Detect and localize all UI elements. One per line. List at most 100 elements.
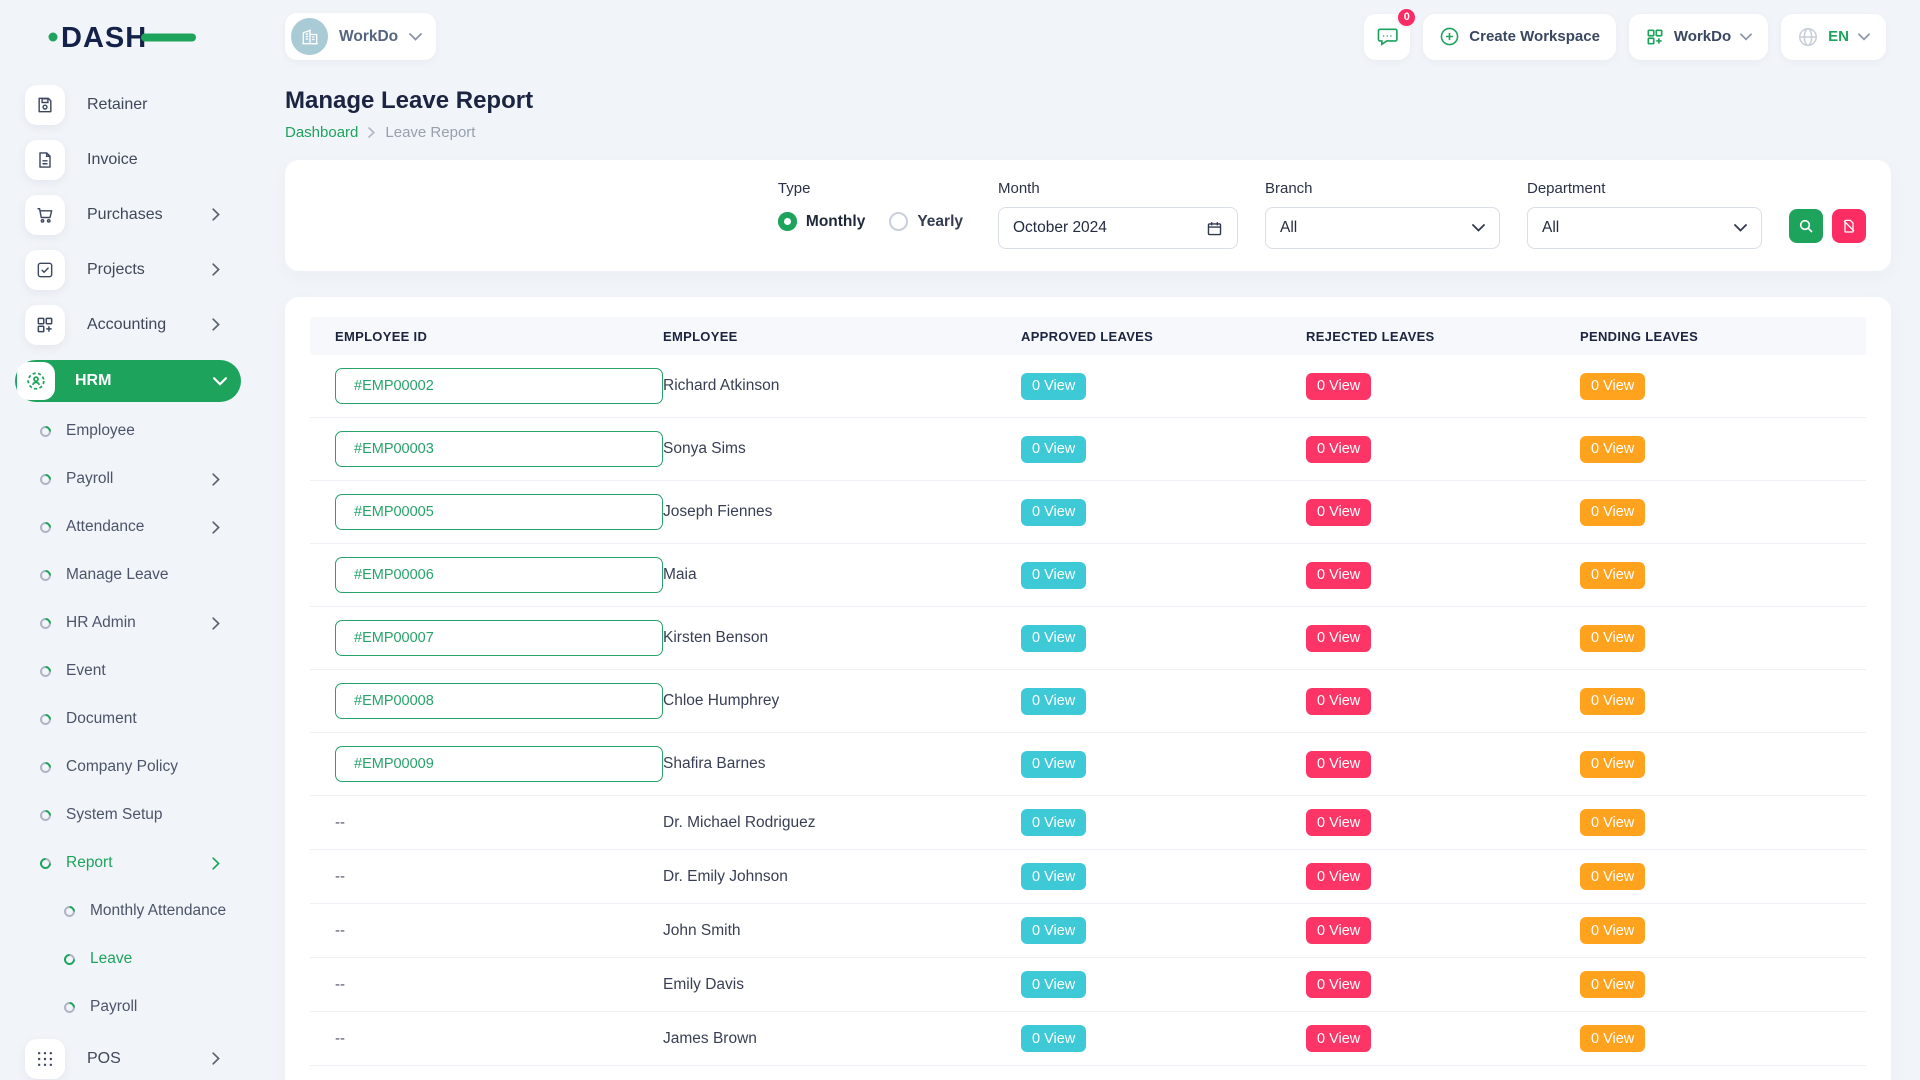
rejected-leaves-view-badge[interactable]: 0 View — [1306, 499, 1371, 526]
month-input[interactable]: October 2024 — [998, 207, 1238, 249]
approved-leaves-view-badge[interactable]: 0 View — [1021, 373, 1086, 400]
rejected-leaves-view-badge[interactable]: 0 View — [1306, 971, 1371, 998]
sidebar-item-system-setup[interactable]: System Setup — [0, 791, 245, 839]
workspace-name: WorkDo — [339, 28, 398, 46]
building-icon — [300, 27, 320, 47]
radio-yearly[interactable]: Yearly — [889, 212, 963, 231]
sidebar-item-payroll[interactable]: Payroll — [0, 455, 245, 503]
rejected-leaves-view-badge[interactable]: 0 View — [1306, 373, 1371, 400]
radio-selected-icon — [778, 212, 797, 231]
pending-leaves-view-badge[interactable]: 0 View — [1580, 562, 1645, 589]
department-select[interactable]: All — [1527, 207, 1762, 249]
employee-id-button[interactable]: #EMP00005 — [335, 494, 663, 530]
pending-leaves-view-badge[interactable]: 0 View — [1580, 436, 1645, 463]
workdo-menu-button[interactable]: WorkDo — [1629, 14, 1768, 60]
rejected-leaves-view-badge[interactable]: 0 View — [1306, 436, 1371, 463]
sidebar-sub-item-label: Report — [66, 854, 113, 872]
pending-leaves-view-badge[interactable]: 0 View — [1580, 625, 1645, 652]
sidebar-item-attendance[interactable]: Attendance — [0, 503, 245, 551]
branch-label: Branch — [1265, 180, 1500, 197]
pending-leaves-view-badge[interactable]: 0 View — [1580, 499, 1645, 526]
employee-name: Emily Davis — [663, 976, 1021, 994]
create-workspace-button[interactable]: Create Workspace — [1423, 14, 1616, 60]
employee-name: Dr. Emily Johnson — [663, 868, 1021, 886]
sidebar-item-monthly-attendance[interactable]: Monthly Attendance — [0, 887, 245, 935]
sidebar-module-pos[interactable]: POS — [0, 1031, 245, 1080]
sidebar-module-invoice[interactable]: Invoice — [0, 132, 245, 187]
breadcrumb-dashboard-link[interactable]: Dashboard — [285, 124, 358, 141]
sidebar-item-manage-leave[interactable]: Manage Leave — [0, 551, 245, 599]
sidebar-item-company-policy[interactable]: Company Policy — [0, 743, 245, 791]
sidebar-sub-item-label: Attendance — [66, 518, 144, 536]
sidebar-module-hrm-active[interactable]: HRM — [15, 360, 241, 402]
sidebar-item-report[interactable]: Report — [0, 839, 245, 887]
pending-leaves-view-badge[interactable]: 0 View — [1580, 971, 1645, 998]
approved-leaves-view-badge[interactable]: 0 View — [1021, 1025, 1086, 1052]
bullet-icon — [38, 807, 54, 823]
approved-leaves-view-badge[interactable]: 0 View — [1021, 436, 1086, 463]
approved-leaves-view-badge[interactable]: 0 View — [1021, 688, 1086, 715]
pending-leaves-view-badge[interactable]: 0 View — [1580, 1025, 1645, 1052]
pending-leaves-view-badge[interactable]: 0 View — [1580, 863, 1645, 890]
approved-leaves-view-badge[interactable]: 0 View — [1021, 499, 1086, 526]
month-filter: Month October 2024 — [998, 180, 1238, 249]
employee-id-button[interactable]: #EMP00006 — [335, 557, 663, 593]
sidebar-item-event[interactable]: Event — [0, 647, 245, 695]
approved-leaves-view-badge[interactable]: 0 View — [1021, 917, 1086, 944]
rejected-leaves-view-badge[interactable]: 0 View — [1306, 688, 1371, 715]
employee-id-button[interactable]: #EMP00007 — [335, 620, 663, 656]
table-header-row: EMPLOYEE ID EMPLOYEE APPROVED LEAVES REJ… — [310, 317, 1866, 355]
language-selector[interactable]: EN — [1781, 14, 1886, 60]
approved-leaves-view-badge[interactable]: 0 View — [1021, 562, 1086, 589]
rejected-leaves-view-badge[interactable]: 0 View — [1306, 1025, 1371, 1052]
bullet-icon — [38, 855, 54, 871]
sidebar-item-hr-admin[interactable]: HR Admin — [0, 599, 245, 647]
radio-monthly[interactable]: Monthly — [778, 212, 865, 231]
rejected-leaves-view-badge[interactable]: 0 View — [1306, 863, 1371, 890]
employee-name: Shafira Barnes — [663, 755, 1021, 773]
chat-icon — [1375, 24, 1400, 49]
approved-leaves-view-badge[interactable]: 0 View — [1021, 863, 1086, 890]
sidebar-module-purchases[interactable]: Purchases — [0, 187, 245, 242]
approved-leaves-view-badge[interactable]: 0 View — [1021, 971, 1086, 998]
rejected-leaves-view-badge[interactable]: 0 View — [1306, 751, 1371, 778]
sidebar-module-retainer[interactable]: Retainer — [0, 77, 245, 132]
messages-button[interactable]: 0 — [1364, 14, 1410, 60]
globe-icon — [1797, 26, 1819, 48]
branch-select[interactable]: All — [1265, 207, 1500, 249]
employee-id-button[interactable]: #EMP00008 — [335, 683, 663, 719]
sidebar-module-projects[interactable]: Projects — [0, 242, 245, 297]
rejected-leaves-view-badge[interactable]: 0 View — [1306, 917, 1371, 944]
rejected-leaves-view-badge[interactable]: 0 View — [1306, 625, 1371, 652]
pending-leaves-view-badge[interactable]: 0 View — [1580, 917, 1645, 944]
approved-leaves-view-badge[interactable]: 0 View — [1021, 809, 1086, 836]
sidebar-sub-item-label: Manage Leave — [66, 566, 169, 584]
reset-filter-button[interactable] — [1832, 209, 1866, 243]
rejected-leaves-view-badge[interactable]: 0 View — [1306, 562, 1371, 589]
sidebar-sub-item-label: Employee — [66, 422, 135, 440]
brand-logo[interactable]: DASH — [0, 17, 245, 57]
pending-leaves-view-badge[interactable]: 0 View — [1580, 809, 1645, 836]
grid-plus-icon — [25, 305, 65, 345]
workspace-switcher[interactable]: WorkDo — [285, 13, 436, 60]
employee-id-button[interactable]: #EMP00003 — [335, 431, 663, 467]
approved-leaves-view-badge[interactable]: 0 View — [1021, 625, 1086, 652]
pending-leaves-view-badge[interactable]: 0 View — [1580, 688, 1645, 715]
employee-id-button[interactable]: #EMP00002 — [335, 368, 663, 404]
sidebar-item-document[interactable]: Document — [0, 695, 245, 743]
sidebar-item-leave[interactable]: Leave — [0, 935, 245, 983]
plus-circle-icon — [1439, 26, 1460, 47]
chevron-right-icon — [212, 1052, 220, 1065]
pending-leaves-view-badge[interactable]: 0 View — [1580, 751, 1645, 778]
employee-id-empty: -- — [335, 922, 663, 939]
approved-leaves-view-badge[interactable]: 0 View — [1021, 751, 1086, 778]
sidebar-module-accounting[interactable]: Accounting — [0, 297, 245, 352]
sidebar-item-employee[interactable]: Employee — [0, 407, 245, 455]
sidebar-item-payroll[interactable]: Payroll — [0, 983, 245, 1031]
employee-id-empty: -- — [335, 1030, 663, 1047]
employee-name: John Smith — [663, 922, 1021, 940]
rejected-leaves-view-badge[interactable]: 0 View — [1306, 809, 1371, 836]
employee-id-button[interactable]: #EMP00009 — [335, 746, 663, 782]
search-button[interactable] — [1789, 209, 1823, 243]
pending-leaves-view-badge[interactable]: 0 View — [1580, 373, 1645, 400]
